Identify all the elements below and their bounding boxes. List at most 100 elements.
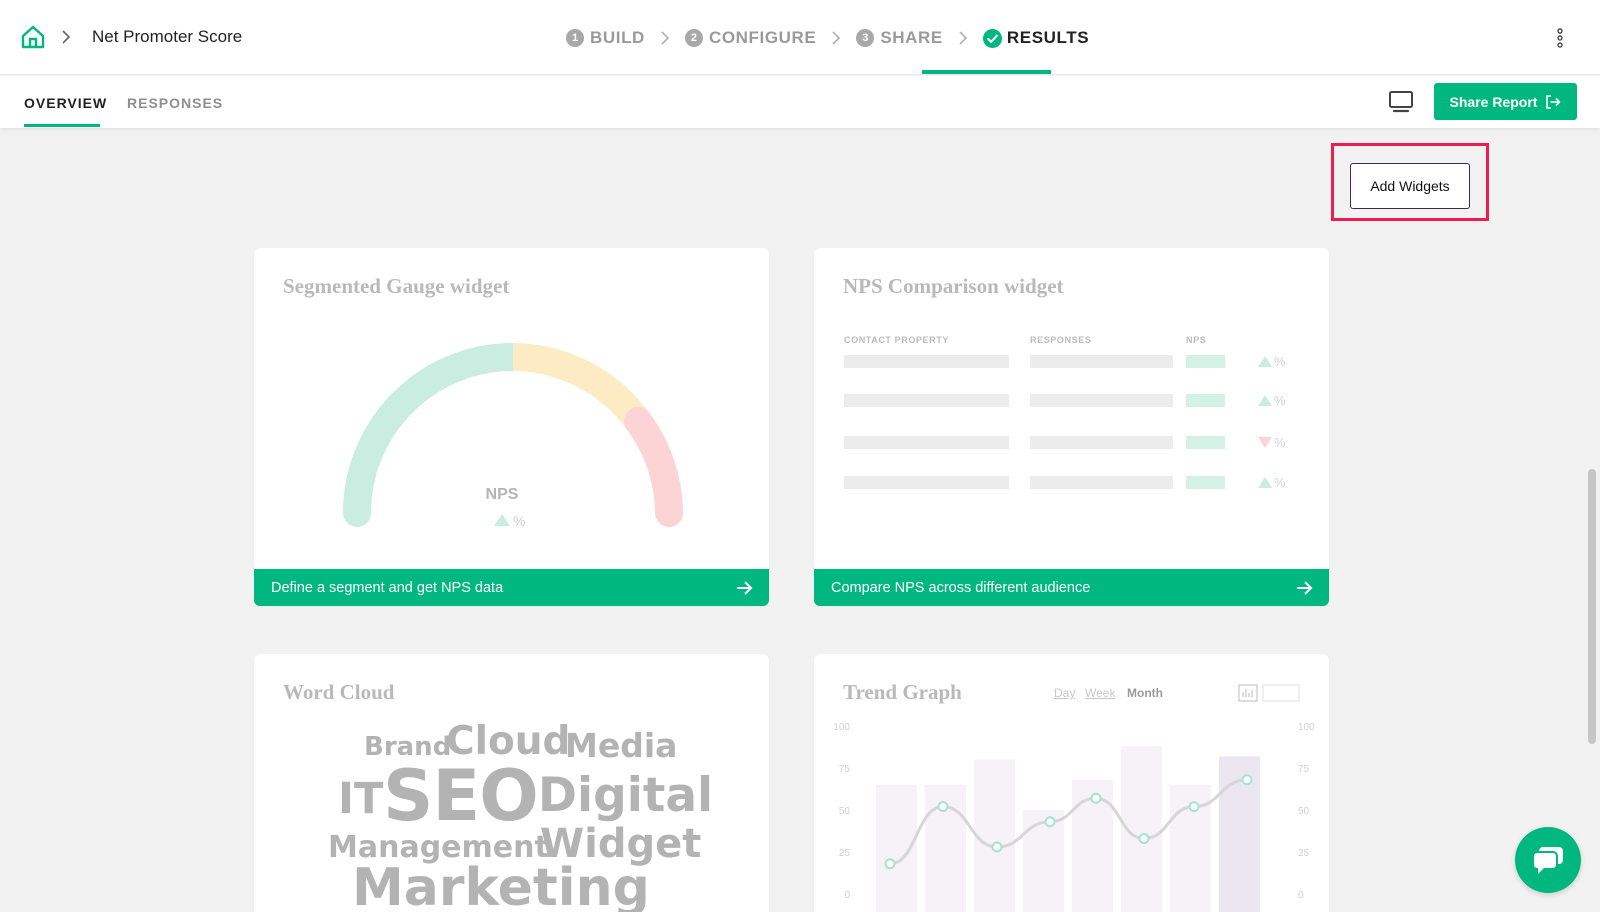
word-cloud-word: IT <box>338 774 384 824</box>
chevron-right-icon <box>661 31 670 45</box>
step-number: 1 <box>566 29 584 47</box>
top-bar: Net Promoter Score 1 BUILD 2 CONFIGURE 3… <box>0 0 1600 75</box>
trend-point <box>1044 816 1056 828</box>
y-tick-label: 25 <box>839 848 851 859</box>
trend-point <box>1138 833 1150 845</box>
trend-point <box>884 858 896 870</box>
step-configure[interactable]: 2 CONFIGURE <box>684 28 817 48</box>
y-tick-label: 25 <box>1298 848 1310 859</box>
widget-title: Word Cloud <box>283 680 395 704</box>
trend-bar <box>1023 810 1064 912</box>
placeholder-nps-bar <box>1186 394 1225 407</box>
svg-text:%: % <box>1274 435 1285 449</box>
word-cloud-widget-card[interactable]: Word Cloud Brand Cloud Media IT SEO Digi… <box>254 654 769 912</box>
step-label: BUILD <box>590 28 645 47</box>
step-build[interactable]: 1 BUILD <box>566 28 645 48</box>
placeholder-bar <box>844 355 1009 368</box>
share-report-label: Share Report <box>1449 93 1538 110</box>
tab-bar: OVERVIEW RESPONSES Share Report <box>0 76 1600 128</box>
placeholder-nps-bar <box>1186 355 1225 368</box>
trend-point <box>991 841 1003 853</box>
line-chart-icon <box>1262 684 1300 702</box>
nps-comparison-widget-card[interactable]: NPS Comparison widget CONTACT PROPERTY R… <box>814 248 1329 606</box>
trend-graph-widget-card[interactable]: Trend Graph Day Week Month 100 100 75 75 50 5… <box>814 654 1329 912</box>
placeholder-bar <box>1030 436 1173 449</box>
range-week-link[interactable]: Week <box>1085 686 1115 700</box>
widget-title: Trend Graph <box>843 680 962 704</box>
kebab-menu-icon[interactable] <box>1556 27 1564 49</box>
placeholder-bar <box>844 394 1009 407</box>
active-step-indicator <box>922 70 1051 74</box>
chevron-right-icon <box>959 31 967 45</box>
word-cloud-word: Marketing <box>352 858 650 912</box>
gauge-cta-label: Define a segment and get NPS data <box>271 579 504 596</box>
trend-up-icon: % <box>1258 354 1285 368</box>
widget-title: Segmented Gauge widget <box>283 274 510 298</box>
trend-point <box>1241 774 1253 786</box>
placeholder-bar <box>1030 394 1173 407</box>
trend-up-icon: % <box>1258 393 1285 407</box>
word-cloud-word: Media <box>565 726 678 765</box>
scrollbar-thumb[interactable] <box>1588 469 1596 744</box>
trend-point <box>1188 801 1200 813</box>
step-label: RESULTS <box>1006 28 1090 47</box>
comparison-cta-bar[interactable]: Compare NPS across different audience <box>814 569 1329 606</box>
placeholder-bar <box>1030 355 1173 368</box>
placeholder-bar <box>1030 476 1173 489</box>
y-tick-label: 100 <box>833 722 850 733</box>
chart-type-toggle[interactable] <box>1238 684 1302 702</box>
svg-text:%: % <box>1274 475 1285 489</box>
stepper: 1 BUILD 2 CONFIGURE 3 SHARE RESULTS <box>566 25 1089 51</box>
step-label: SHARE <box>880 28 943 47</box>
placeholder-nps-bar <box>1186 476 1225 489</box>
y-tick-label: 50 <box>1298 806 1310 817</box>
arrow-right-icon <box>737 581 753 595</box>
trend-bar <box>974 759 1015 912</box>
tab-overview[interactable]: OVERVIEW <box>24 95 107 111</box>
y-tick-label: 100 <box>1298 722 1315 733</box>
gauge-cta-bar[interactable]: Define a segment and get NPS data <box>254 569 769 606</box>
widget-title: NPS Comparison widget <box>843 274 1064 298</box>
share-exit-icon <box>1546 94 1562 109</box>
column-header: CONTACT PROPERTY <box>844 335 949 345</box>
bar-chart-icon <box>1238 684 1258 702</box>
placeholder-bar <box>844 436 1009 449</box>
column-header: RESPONSES <box>1030 335 1092 345</box>
y-tick-label: 50 <box>839 806 851 817</box>
range-day-link[interactable]: Day <box>1054 686 1075 700</box>
step-number: 2 <box>684 29 703 47</box>
step-label: CONFIGURE <box>708 28 817 47</box>
add-widgets-button[interactable]: Add Widgets <box>1350 163 1470 209</box>
y-tick-label: 75 <box>839 764 851 775</box>
trend-down-icon: % <box>1258 435 1285 449</box>
gauge-chart: NPS % <box>343 343 683 529</box>
trend-point <box>937 801 949 813</box>
trend-up-icon: % <box>1258 475 1285 489</box>
chat-launcher-button[interactable] <box>1515 827 1581 893</box>
placeholder-nps-bar <box>1186 436 1225 449</box>
active-tab-indicator <box>24 124 100 127</box>
step-share[interactable]: 3 SHARE <box>856 28 943 48</box>
y-tick-label: 75 <box>1298 764 1310 775</box>
gauge-nps-label: NPS <box>486 486 519 503</box>
share-report-button[interactable]: Share Report <box>1434 83 1577 120</box>
chevron-right-icon <box>832 31 841 45</box>
arrow-right-icon <box>1297 581 1313 595</box>
monitor-icon[interactable] <box>1388 90 1414 114</box>
word-cloud-word: Digital <box>538 768 714 823</box>
chat-icon <box>1532 847 1563 874</box>
step-results[interactable]: RESULTS <box>982 28 1090 48</box>
tab-responses[interactable]: RESPONSES <box>127 95 223 111</box>
page-title: Net Promoter Score <box>92 27 243 46</box>
home-icon[interactable] <box>20 24 46 50</box>
check-circle-icon <box>982 28 1002 48</box>
trend-point <box>1090 792 1102 804</box>
segmented-gauge-widget-card[interactable]: Segmented Gauge widget NPS % Define a se… <box>254 248 769 606</box>
y-tick-label: 0 <box>1298 890 1304 901</box>
svg-text:%: % <box>1274 354 1285 368</box>
word-cloud-word: SEO <box>383 755 539 837</box>
chevron-right-icon <box>62 30 71 44</box>
column-header: NPS <box>1186 335 1207 345</box>
range-month-link[interactable]: Month <box>1127 686 1163 700</box>
gauge-pct-symbol: % <box>513 513 525 529</box>
